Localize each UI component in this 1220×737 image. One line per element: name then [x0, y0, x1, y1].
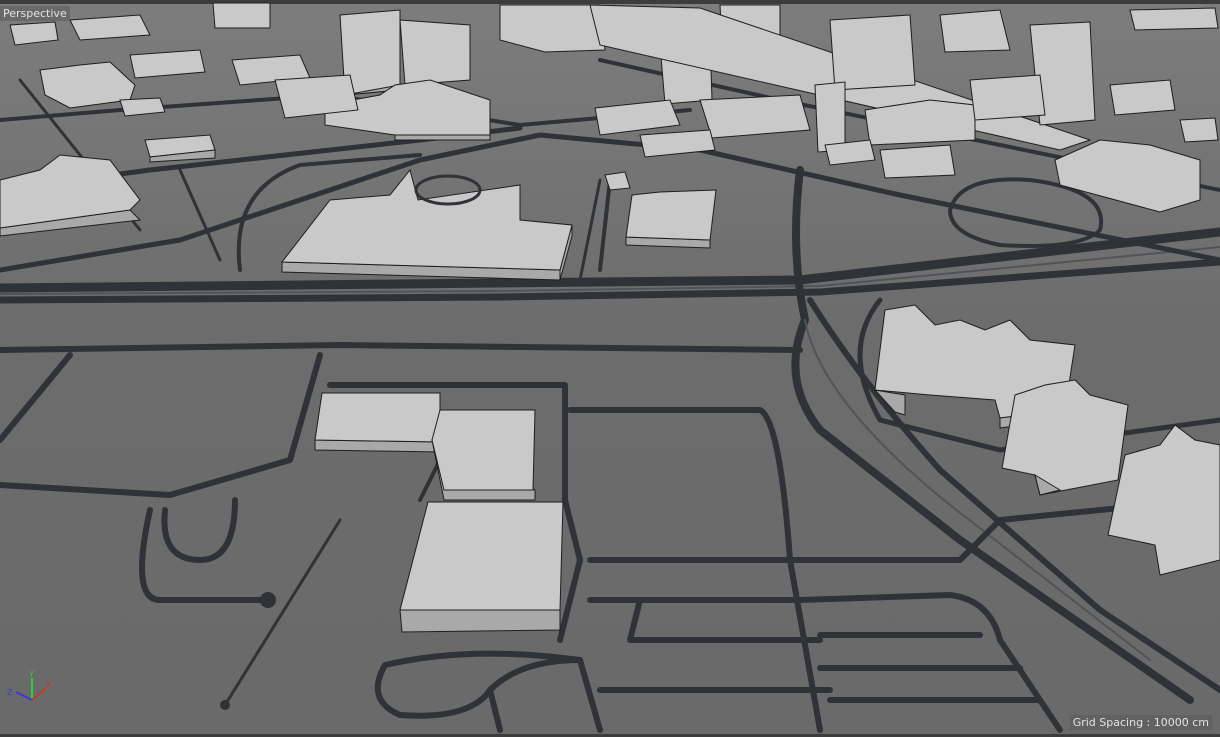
axis-x-line — [31, 687, 47, 701]
axis-y-label: Y — [28, 670, 34, 679]
3d-viewport[interactable]: Y X Z Perspective Grid Spacing : 10000 c… — [0, 0, 1220, 737]
axis-x-label: X — [46, 680, 52, 689]
buildings — [0, 2, 1220, 633]
grid-spacing-label: Grid Spacing : 10000 cm — [1069, 715, 1212, 730]
axis-z-line — [15, 691, 33, 701]
view-name-label[interactable]: Perspective — [0, 6, 70, 21]
city-scene[interactable] — [0, 0, 1220, 737]
axis-z-label: Z — [7, 688, 13, 697]
axis-gizmo: Y X Z — [7, 670, 52, 701]
